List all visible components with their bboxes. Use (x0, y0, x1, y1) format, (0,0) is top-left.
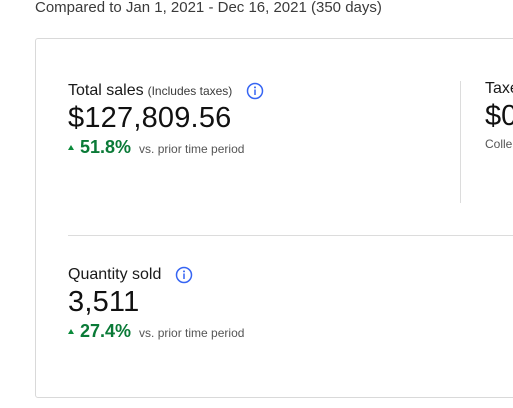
quantity-sold-metric: Quantity sold 3,511 27.4% vs. prior time… (68, 266, 244, 342)
total-sales-header: Total sales (Includes taxes) (68, 82, 264, 100)
quantity-sold-change-note: vs. prior time period (139, 326, 245, 340)
info-icon[interactable] (175, 266, 193, 284)
quantity-sold-change: 27.4% vs. prior time period (68, 321, 244, 342)
total-sales-change-note: vs. prior time period (139, 142, 245, 156)
column-divider (460, 81, 461, 203)
taxes-note: Colle (485, 137, 513, 151)
quantity-sold-title: Quantity sold (68, 266, 162, 283)
comparison-period-text: Compared to Jan 1, 2021 - Dec 16, 2021 (… (35, 0, 382, 16)
triangle-up-icon (68, 145, 74, 150)
total-sales-subtitle: (Includes taxes) (147, 84, 233, 98)
taxes-value: $0 (485, 100, 513, 132)
total-sales-value: $127,809.56 (68, 102, 232, 134)
quantity-sold-value: 3,511 (68, 286, 140, 318)
total-sales-title: Total sales (68, 82, 144, 99)
quantity-sold-change-pct: 27.4% (80, 321, 132, 341)
taxes-metric: Taxe $0 Colle (485, 80, 513, 151)
sales-summary-card: Total sales (Includes taxes) $127,809.56… (35, 38, 513, 398)
info-icon[interactable] (246, 82, 264, 100)
quantity-sold-header: Quantity sold (68, 266, 244, 284)
triangle-up-icon (68, 329, 74, 334)
total-sales-change: 51.8% vs. prior time period (68, 137, 264, 158)
total-sales-change-pct: 51.8% (80, 137, 132, 157)
total-sales-metric: Total sales (Includes taxes) $127,809.56… (68, 82, 264, 158)
taxes-title: Taxe (485, 80, 513, 97)
row-divider (68, 235, 513, 236)
